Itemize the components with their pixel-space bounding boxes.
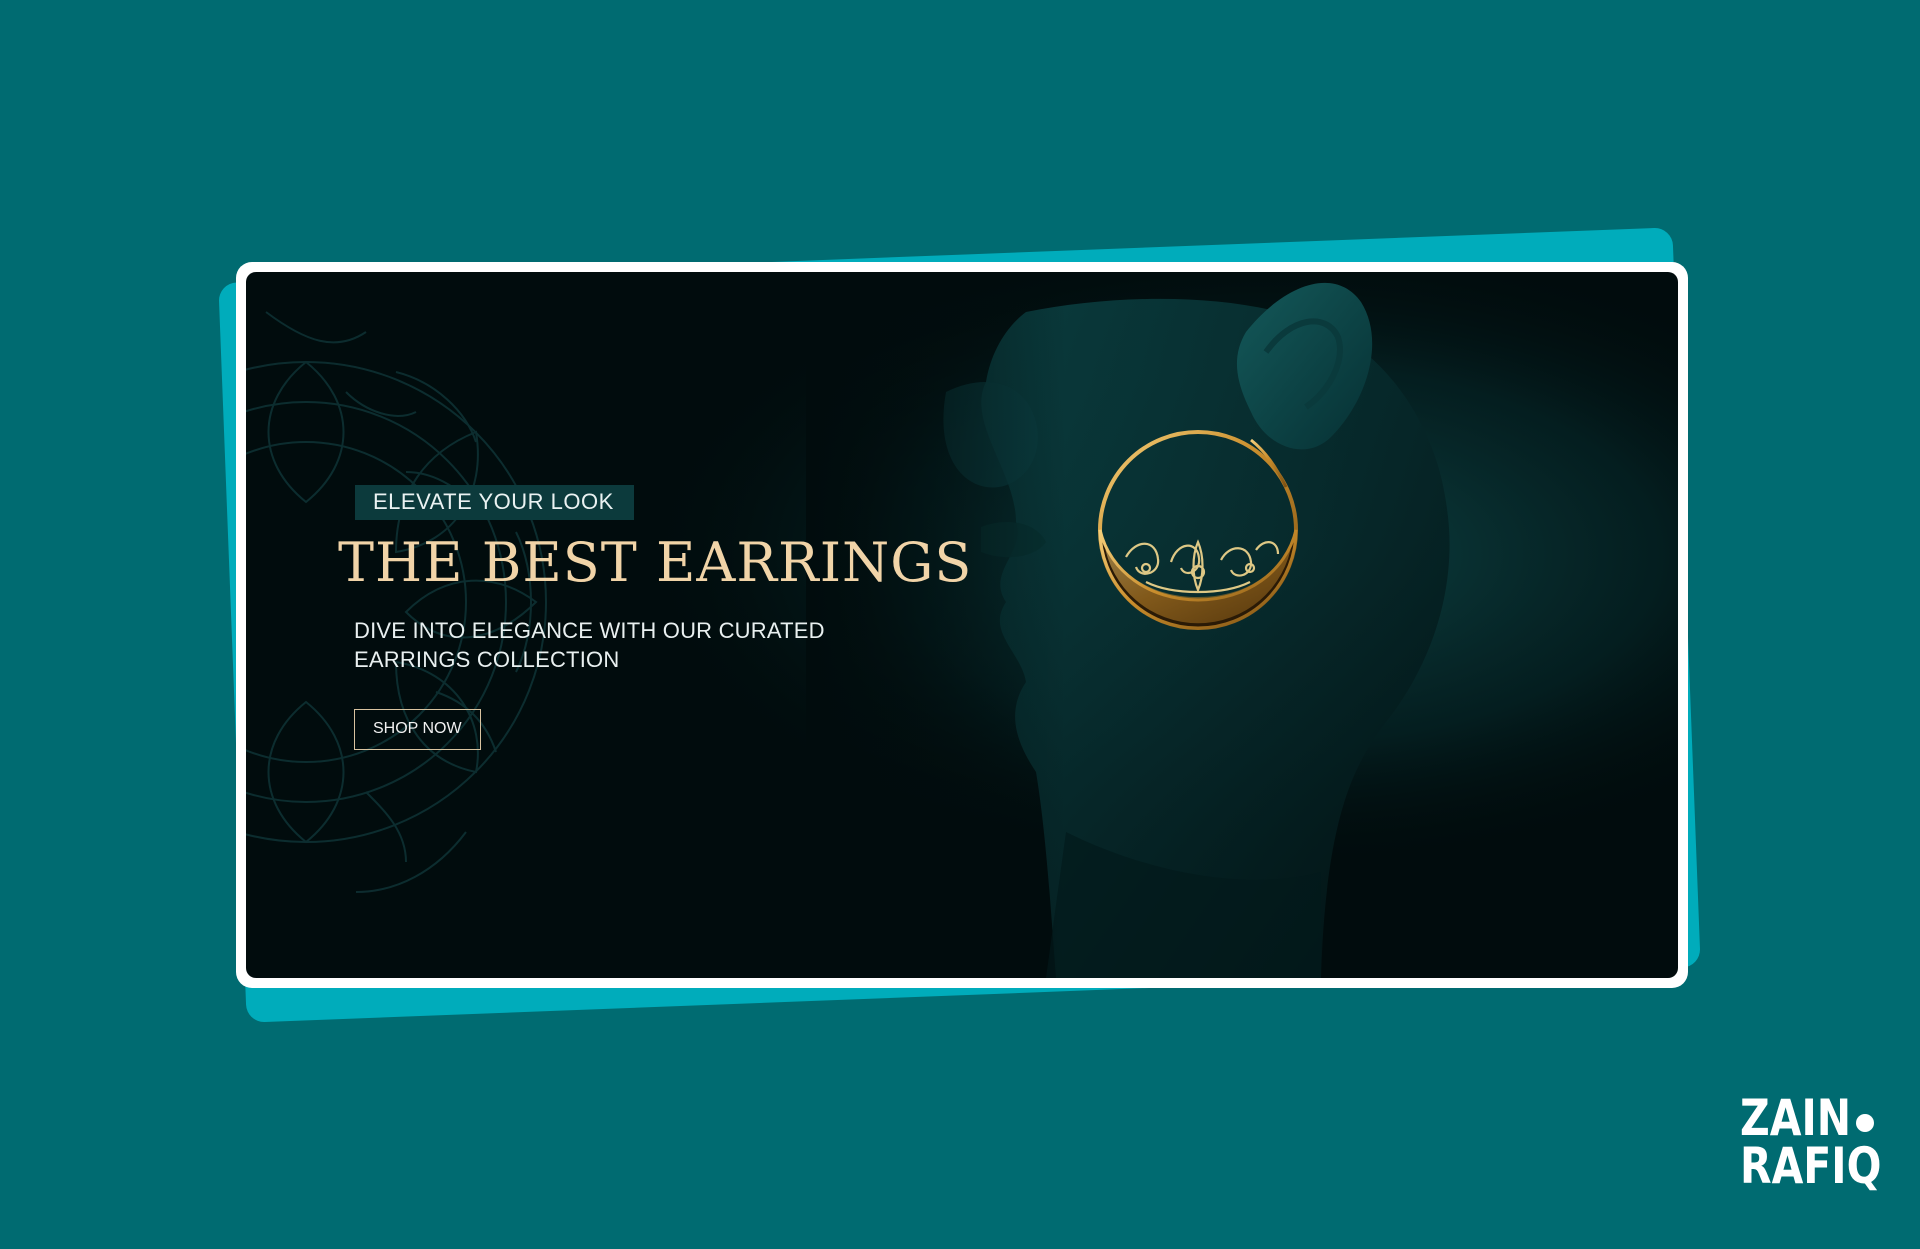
logo-dot [1856,1114,1874,1132]
banner-headline: THE BEST EARRINGS [338,531,973,594]
banner-frame: ELEVATE YOUR LOOK THE BEST EARRINGS DIVE… [236,262,1688,988]
hero-banner: ELEVATE YOUR LOOK THE BEST EARRINGS DIVE… [246,272,1678,978]
logo-line-2: RAFIQ [1740,1137,1882,1195]
logo-line-1: ZAIN [1740,1089,1852,1147]
banner-subtext: DIVE INTO ELEGANCE WITH OUR CURATED EARR… [354,618,825,673]
shop-now-button[interactable]: SHOP NOW [354,709,481,751]
brand-logo: ZAIN RAFIQ [1740,1089,1882,1204]
eyebrow-tag: ELEVATE YOUR LOOK [355,485,634,520]
banner-content: ELEVATE YOUR LOOK THE BEST EARRINGS DIVE… [338,485,974,751]
